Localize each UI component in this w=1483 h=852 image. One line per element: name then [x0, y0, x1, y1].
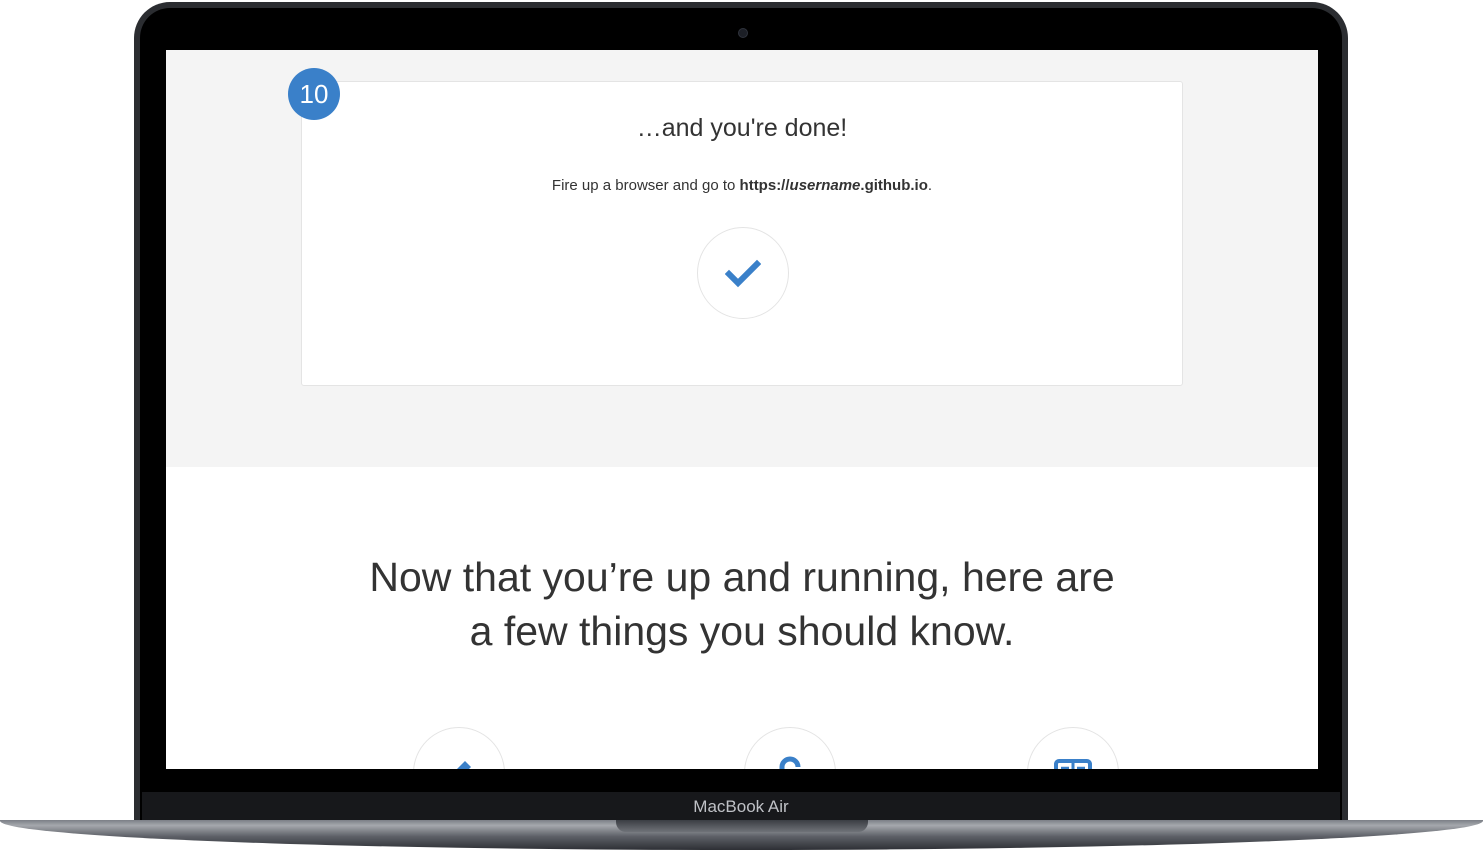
feature-lock: [744, 727, 836, 769]
browser-viewport: …and you're done! Fire up a browser and …: [166, 50, 1318, 769]
lock-icon: [779, 756, 801, 769]
step-title: …and you're done!: [636, 114, 848, 142]
pencil-icon: [457, 761, 471, 769]
feature-book: [1027, 727, 1119, 769]
book-icon: [1054, 759, 1092, 769]
device-brand-label: MacBook Air: [693, 797, 789, 816]
step-description: Fire up a browser and go to https://user…: [551, 177, 933, 194]
site-url[interactable]: https://username.github.io: [740, 177, 928, 194]
feature-pencil: [413, 727, 505, 769]
step-card: …and you're done! Fire up a browser and …: [301, 81, 1183, 386]
done-status: [697, 227, 789, 319]
checkmark-icon: [725, 259, 761, 288]
laptop-hinge-notch: [616, 820, 868, 832]
step-section: …and you're done! Fire up a browser and …: [166, 50, 1318, 467]
camera-icon: [738, 28, 748, 38]
section-headline: Now that you’re up and running, here are…: [369, 554, 1115, 654]
step-number-badge: 10: [288, 68, 340, 120]
